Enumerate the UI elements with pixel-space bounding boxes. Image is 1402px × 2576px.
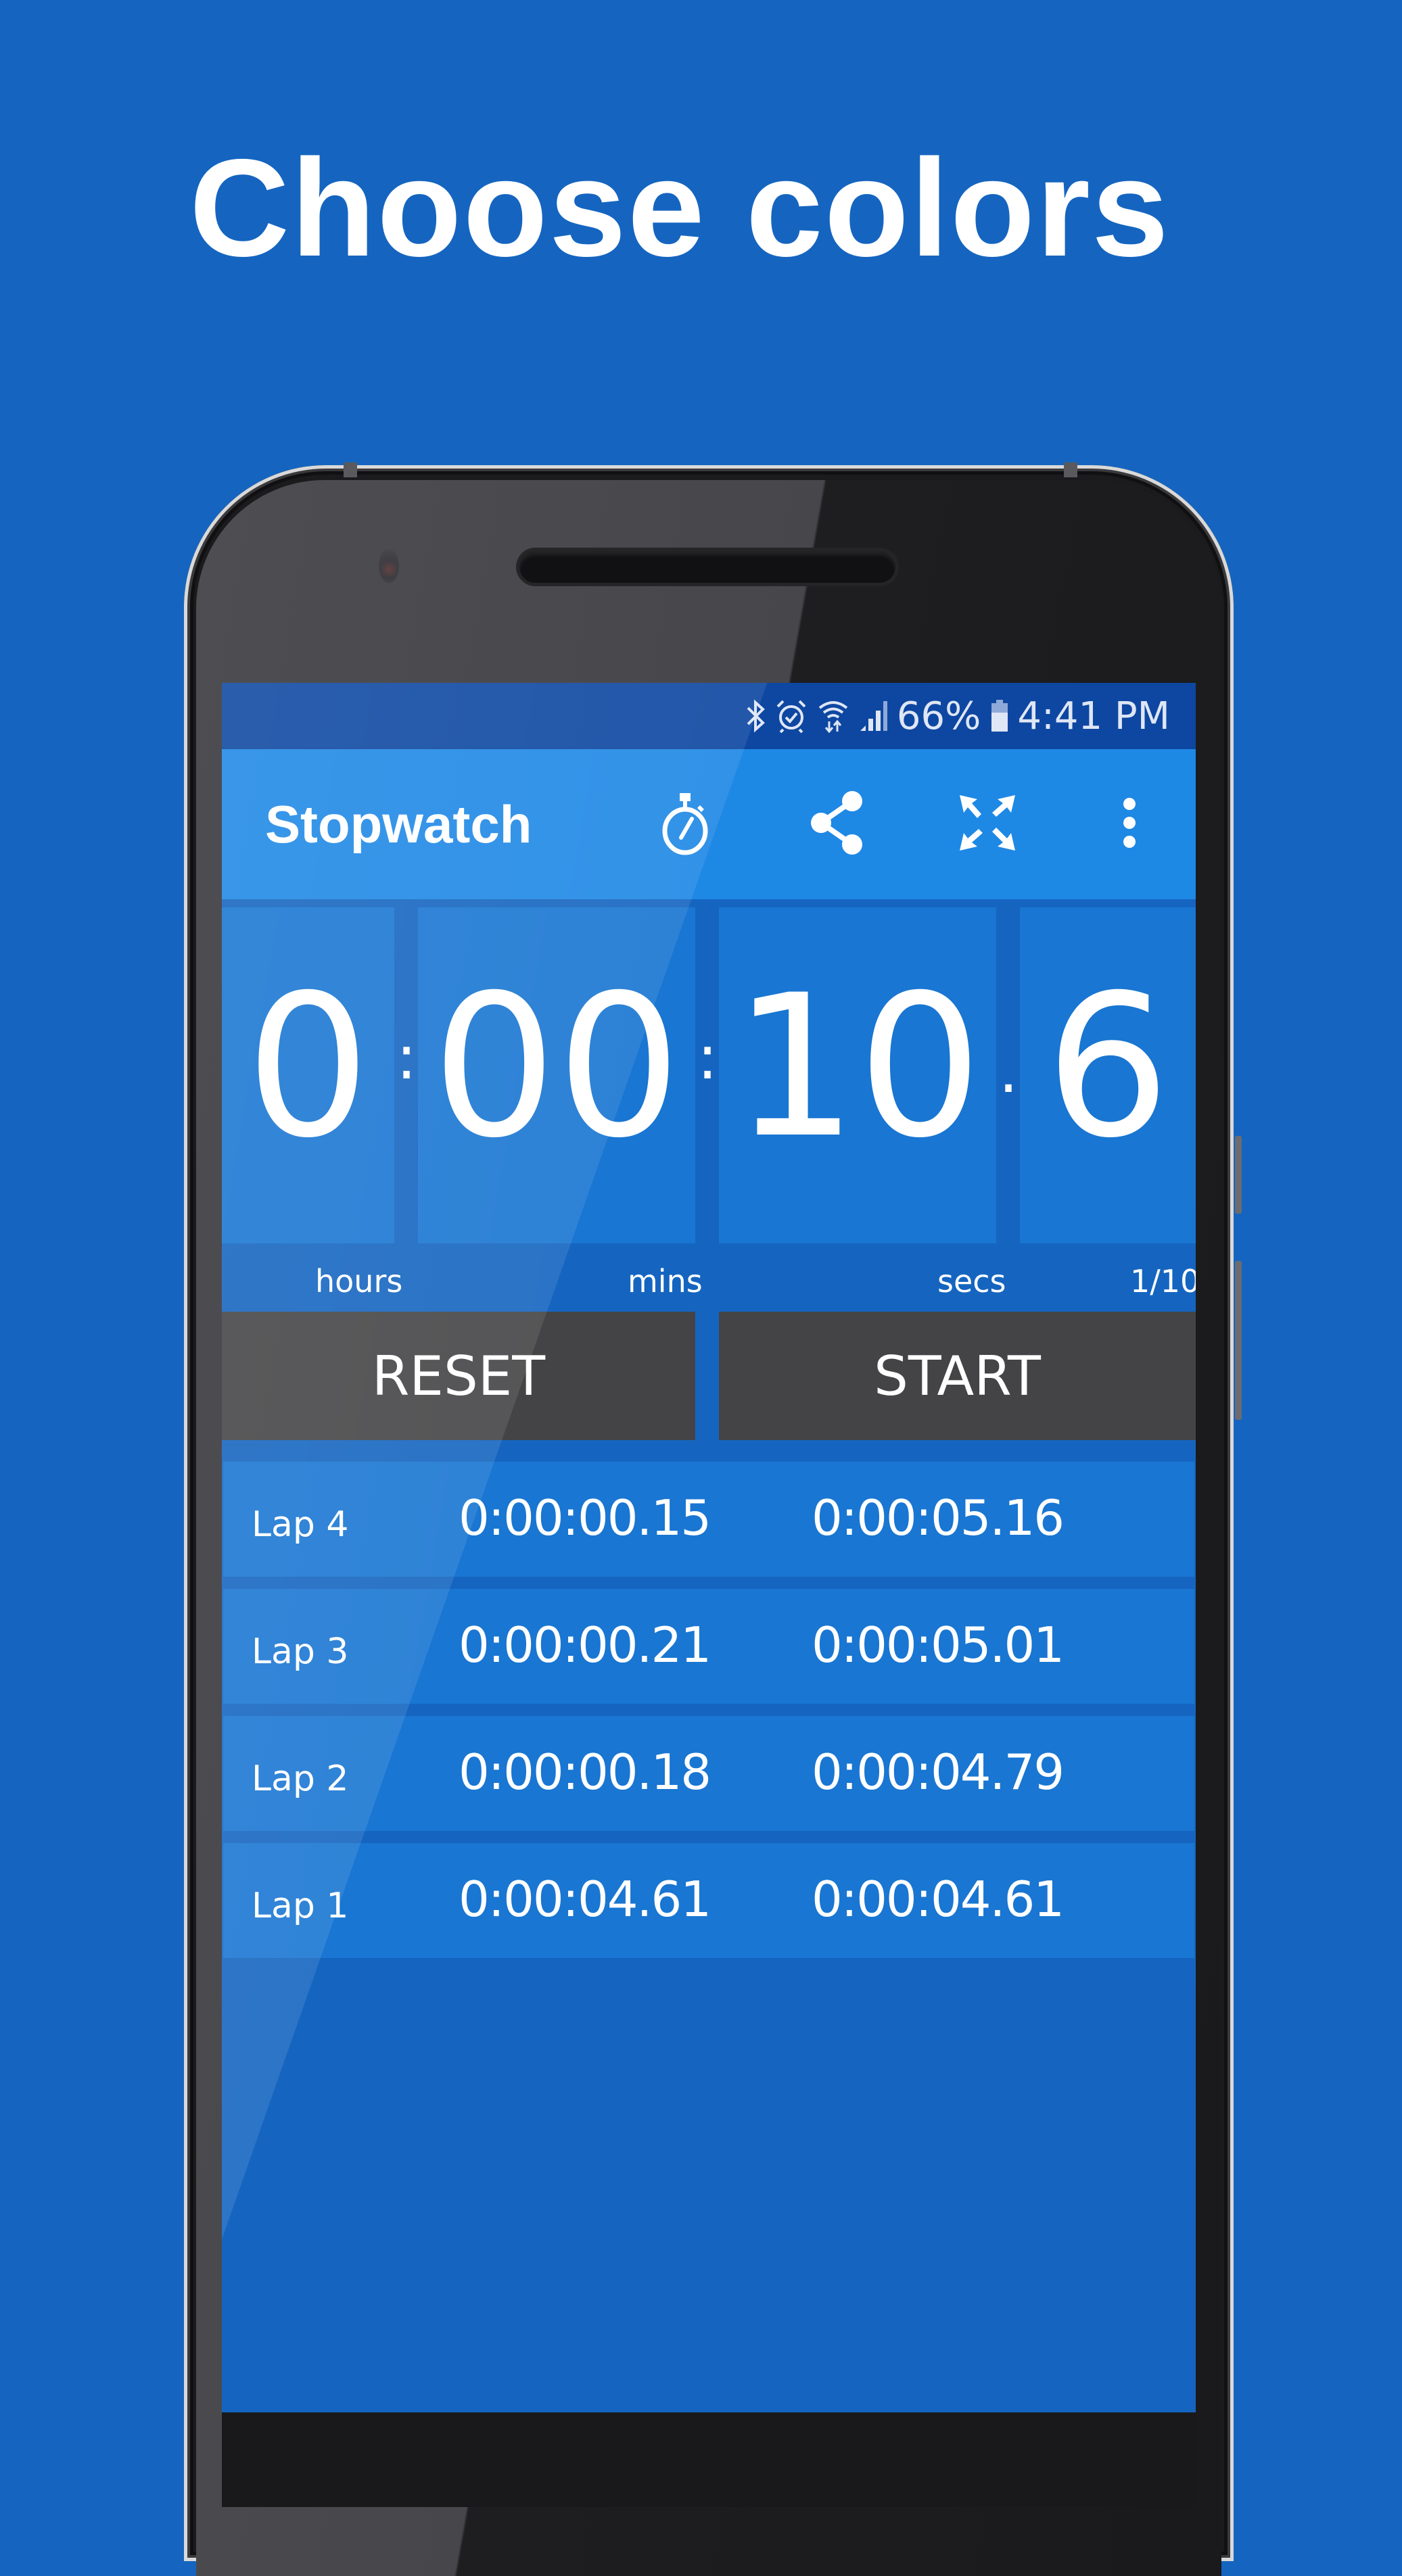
lap-total-time: 0:00:05.16	[812, 1489, 1065, 1546]
lap-total-time: 0:00:04.61	[812, 1871, 1065, 1928]
hours-value: 0	[246, 953, 371, 1181]
lap-label: Lap 1	[252, 1886, 349, 1926]
app-bar: Stopwatch	[222, 749, 1196, 899]
earpiece-speaker	[519, 551, 895, 583]
lap-row: Lap 3 0:00:00.21 0:00:05.01	[223, 1589, 1194, 1704]
bluetooth-icon	[745, 698, 766, 734]
share-icon	[805, 789, 870, 860]
fullscreen-icon	[957, 792, 1018, 857]
promo-headline: Choose colors	[189, 130, 1170, 285]
lap-time: 0:00:00.21	[459, 1617, 711, 1673]
share-button[interactable]	[790, 749, 885, 899]
antenna-band	[1064, 462, 1077, 477]
hours-label: hours	[315, 1263, 403, 1299]
fullscreen-button[interactable]	[940, 749, 1035, 899]
separator-colon: :	[396, 1022, 417, 1093]
status-time: 4:41 PM	[1017, 694, 1170, 738]
app-screen: 66% 4:41 PM Stopwatch 0: 00: 10 . 6 ho…	[222, 683, 1196, 2412]
lap-row: Lap 4 0:00:00.15 0:00:05.16	[223, 1462, 1194, 1577]
lap-label: Lap 2	[252, 1759, 349, 1799]
battery-percent: 66%	[896, 694, 981, 738]
more-vert-icon	[1121, 796, 1138, 853]
lap-row: Lap 1 0:00:04.61 0:00:04.61	[223, 1843, 1194, 1958]
secs-label: secs	[937, 1263, 1006, 1299]
timer-display: 0 : 00 : 10 . 6	[222, 899, 1196, 1243]
separator-colon: :	[697, 1022, 718, 1093]
lap-row: Lap 2 0:00:00.18 0:00:04.79	[223, 1716, 1194, 1831]
lap-time: 0:00:04.61	[459, 1871, 711, 1928]
separator-dot: .	[998, 1036, 1019, 1107]
battery-icon	[990, 698, 1009, 734]
power-button	[1235, 1261, 1242, 1420]
status-bar: 66% 4:41 PM	[222, 683, 1196, 749]
lap-label: Lap 3	[252, 1631, 349, 1672]
lap-time: 0:00:00.15	[459, 1489, 711, 1546]
tenths-label: 1/10	[1130, 1263, 1196, 1299]
stopwatch-mode-button[interactable]	[639, 749, 734, 899]
alarm-icon	[775, 698, 808, 734]
start-button[interactable]: START	[719, 1312, 1196, 1440]
wifi-icon	[817, 698, 849, 734]
more-options-button[interactable]	[1082, 749, 1177, 899]
mins-label: mins	[628, 1263, 703, 1299]
seconds-value: 10	[732, 953, 983, 1181]
reset-button[interactable]: RESET	[222, 1312, 695, 1440]
antenna-band	[344, 462, 357, 477]
lap-total-time: 0:00:05.01	[812, 1617, 1065, 1673]
tenths-value: 6	[1045, 953, 1171, 1181]
front-camera	[379, 549, 399, 583]
stopwatch-icon	[658, 790, 715, 859]
phone-chin	[222, 2412, 1196, 2507]
volume-button	[1235, 1136, 1242, 1214]
minutes-value: 00	[431, 953, 682, 1181]
lap-total-time: 0:00:04.79	[812, 1744, 1065, 1800]
app-title: Stopwatch	[265, 794, 532, 854]
signal-icon	[859, 698, 889, 734]
lap-time: 0:00:00.18	[459, 1744, 711, 1800]
lap-label: Lap 4	[252, 1504, 349, 1545]
